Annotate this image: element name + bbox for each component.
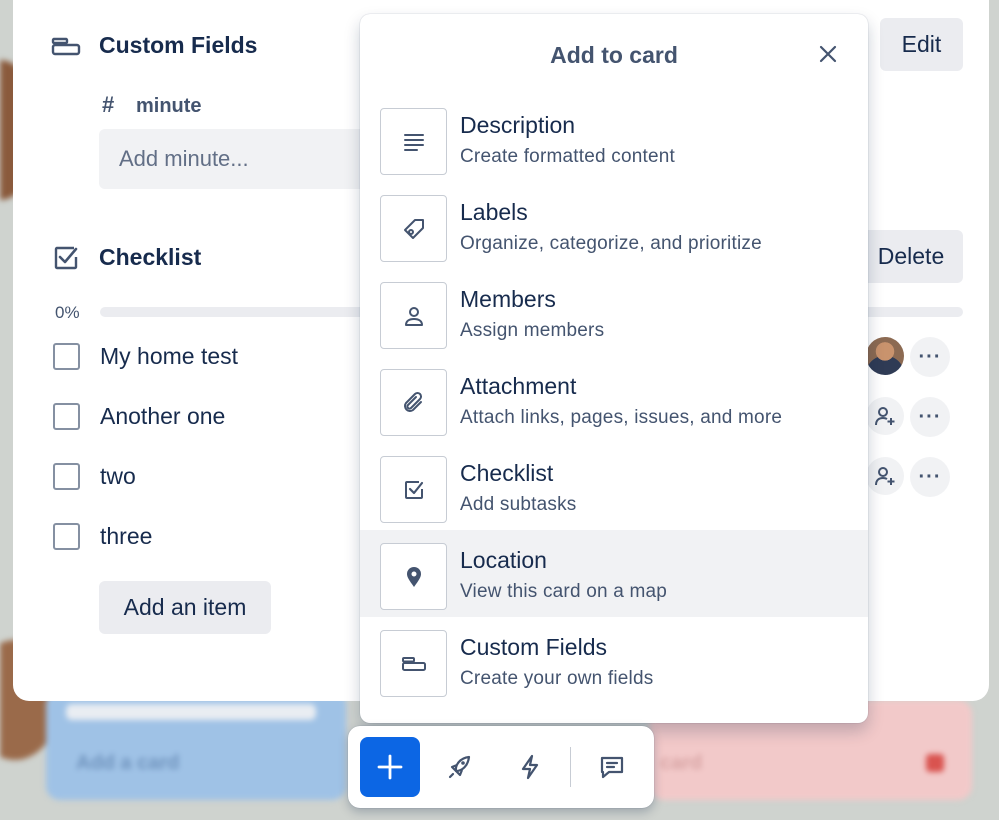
automation-button[interactable] <box>505 737 555 797</box>
checklist-item-checkbox[interactable] <box>53 343 80 370</box>
item-more-button[interactable]: ··· <box>910 397 950 437</box>
add-member-icon[interactable] <box>866 397 904 435</box>
checklist-icon <box>53 245 79 276</box>
menu-item-title: Attachment <box>460 373 577 399</box>
checklist-icon <box>380 456 447 523</box>
background-add-card-text: Add a card <box>76 752 180 774</box>
menu-item-subtitle: Add subtasks <box>460 494 577 515</box>
menu-item-description[interactable]: Description Create formatted content <box>360 104 868 191</box>
delete-checklist-button[interactable]: Delete <box>859 230 963 283</box>
checklist-item-text[interactable]: My home test <box>100 343 238 370</box>
menu-item-subtitle: Assign members <box>460 320 605 341</box>
minute-field-label: minute <box>136 95 202 117</box>
menu-item-subtitle: Create your own fields <box>460 668 654 689</box>
checklist-item-checkbox[interactable] <box>53 403 80 430</box>
description-icon <box>380 108 447 175</box>
location-pin-icon <box>380 543 447 610</box>
number-field-icon: # <box>102 92 115 117</box>
minute-field-input[interactable]: Add minute... <box>99 129 389 189</box>
menu-item-checklist[interactable]: Checklist Add subtasks <box>360 452 868 539</box>
add-member-icon[interactable] <box>866 457 904 495</box>
rocket-icon <box>448 755 471 779</box>
menu-item-title: Checklist <box>460 460 554 486</box>
add-to-card-popover: Add to card Description Create formatted… <box>360 14 868 723</box>
checklist-progress-percent: 0% <box>55 303 80 322</box>
member-icon <box>380 282 447 349</box>
checklist-item-checkbox[interactable] <box>53 523 80 550</box>
checklist-item-text[interactable]: two <box>100 463 136 490</box>
checklist-item-checkbox[interactable] <box>53 463 80 490</box>
menu-item-attachment[interactable]: Attachment Attach links, pages, issues, … <box>360 365 868 452</box>
add-checklist-item-button[interactable]: Add an item <box>99 581 271 634</box>
checklist-item-text[interactable]: Another one <box>100 403 225 430</box>
menu-item-labels[interactable]: Labels Organize, categorize, and priorit… <box>360 191 868 278</box>
menu-item-custom-fields[interactable]: Custom Fields Create your own fields <box>360 626 868 713</box>
menu-item-title: Description <box>460 112 576 138</box>
menu-item-subtitle: Create formatted content <box>460 146 675 167</box>
checklist-item-text[interactable]: three <box>100 523 152 550</box>
add-button[interactable] <box>360 737 420 797</box>
background-card-text: card <box>660 752 703 774</box>
item-more-button[interactable]: ··· <box>910 337 950 377</box>
menu-item-subtitle: View this card on a map <box>460 581 668 602</box>
comment-icon <box>600 756 624 779</box>
menu-item-subtitle: Organize, categorize, and prioritize <box>460 233 762 254</box>
bottom-toolbar <box>348 726 654 808</box>
background-list-left: Add a card <box>46 690 346 800</box>
custom-fields-icon <box>51 36 81 63</box>
menu-item-title: Custom Fields <box>460 634 607 660</box>
label-icon <box>380 195 447 262</box>
avatar[interactable] <box>866 337 904 375</box>
menu-item-title: Location <box>460 547 547 573</box>
menu-item-title: Labels <box>460 199 528 225</box>
paperclip-icon <box>380 369 447 436</box>
comments-button[interactable] <box>587 737 637 797</box>
edit-custom-fields-button[interactable]: Edit <box>880 18 963 71</box>
menu-item-location[interactable]: Location View this card on a map <box>360 530 868 617</box>
plus-icon <box>377 754 403 780</box>
custom-fields-icon <box>380 630 447 697</box>
checklist-heading: Checklist <box>99 244 202 270</box>
menu-item-members[interactable]: Members Assign members <box>360 278 868 365</box>
menu-item-title: Members <box>460 286 556 312</box>
lightning-icon <box>521 754 539 780</box>
menu-item-subtitle: Attach links, pages, issues, and more <box>460 407 783 428</box>
item-more-button[interactable]: ··· <box>910 457 950 497</box>
toolbar-divider <box>570 747 571 787</box>
popover-title: Add to card <box>550 42 678 68</box>
close-icon[interactable] <box>812 38 844 70</box>
custom-fields-heading: Custom Fields <box>99 32 258 58</box>
power-ups-button[interactable] <box>435 737 485 797</box>
